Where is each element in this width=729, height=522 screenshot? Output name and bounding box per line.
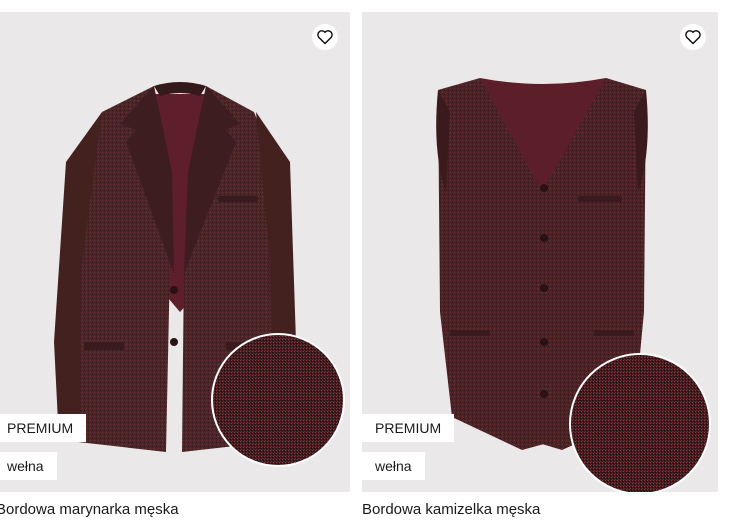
product-name[interactable]: Bordowa marynarka męska <box>0 501 179 518</box>
product-card[interactable]: PREMIUM wełna Bordowa kamizelka męska <box>362 12 718 518</box>
premium-badge: PREMIUM <box>0 414 87 442</box>
premium-badge: PREMIUM <box>362 414 455 442</box>
material-badge: wełna <box>362 452 425 480</box>
add-to-favorites-button[interactable] <box>312 24 338 50</box>
product-image[interactable]: PREMIUM wełna <box>362 12 718 492</box>
heart-icon <box>685 30 701 45</box>
product-grid: PREMIUM wełna Bordowa marynarka męska PR… <box>0 0 729 522</box>
product-card[interactable]: PREMIUM wełna Bordowa marynarka męska <box>0 12 350 518</box>
add-to-favorites-button[interactable] <box>680 24 706 50</box>
product-name[interactable]: Bordowa kamizelka męska <box>362 501 540 518</box>
heart-icon <box>317 30 333 45</box>
product-image[interactable]: PREMIUM wełna <box>0 12 350 492</box>
material-badge: wełna <box>0 452 57 480</box>
